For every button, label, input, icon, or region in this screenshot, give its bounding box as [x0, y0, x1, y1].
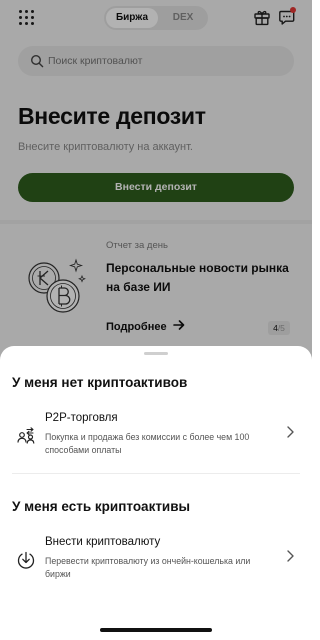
deposit-option-description: Перевести криптовалюту из ончейн-кошельк… [45, 556, 251, 579]
bottom-sheet: У меня нет криптоактивов P2P-торговля По… [0, 346, 312, 640]
p2p-icon [17, 427, 35, 444]
deposit-option-title: Внести криптовалюту [45, 536, 161, 548]
section-no-crypto-title: У меня нет криптоактивов [12, 375, 188, 390]
p2p-option-title: P2P-торговля [45, 412, 118, 424]
deposit-icon [17, 551, 35, 569]
sheet-handle[interactable] [144, 352, 168, 355]
chevron-right-icon [287, 426, 294, 438]
p2p-trading-option[interactable]: P2P-торговля Покупка и продажа без комис… [0, 412, 312, 468]
section-separator [12, 473, 300, 474]
section-has-crypto-title: У меня есть криптоактивы [12, 499, 191, 514]
p2p-option-description: Покупка и продажа без комиссии с более ч… [45, 432, 250, 455]
home-indicator[interactable] [100, 628, 212, 632]
chevron-right-icon [287, 550, 294, 562]
deposit-crypto-option[interactable]: Внести криптовалюту Перевести криптовалю… [0, 536, 312, 592]
